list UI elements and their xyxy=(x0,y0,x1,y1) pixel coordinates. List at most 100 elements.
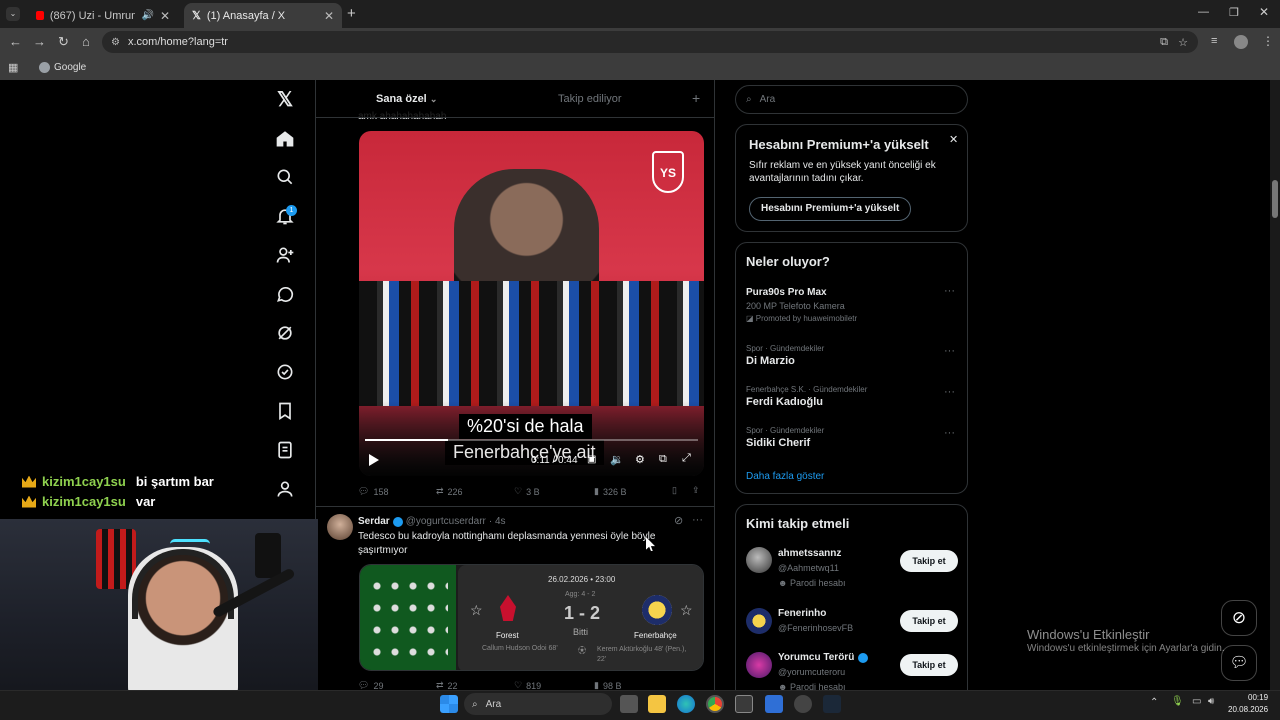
forward-icon[interactable]: → xyxy=(33,34,46,49)
window-close-icon[interactable]: ✕ xyxy=(1259,5,1269,19)
start-icon[interactable] xyxy=(440,695,458,713)
like-count[interactable]: ♡ 819 xyxy=(514,680,541,690)
home-favorite-star-icon[interactable]: ☆ xyxy=(470,602,483,619)
explore-search-icon[interactable] xyxy=(274,166,296,188)
bookmark-google[interactable]: Google xyxy=(54,62,86,73)
clock-time[interactable]: 00:19 xyxy=(1248,693,1268,702)
scrollbar[interactable] xyxy=(1270,80,1280,690)
trend-item[interactable]: Fenerbahçe S.K. · Gündemdekiler Ferdi Ka… xyxy=(746,385,946,408)
close-tab-icon[interactable]: ✕ xyxy=(324,9,334,23)
grok-icon[interactable]: ⊘ xyxy=(674,514,683,527)
mic-icon[interactable]: 🎙︎ xyxy=(1171,696,1184,707)
speaker-icon[interactable]: 🔊 xyxy=(141,10,153,21)
back-icon[interactable]: ← xyxy=(9,34,22,49)
away-favorite-star-icon[interactable]: ☆ xyxy=(680,602,693,619)
bookmarks-icon[interactable] xyxy=(274,400,296,422)
app-icon[interactable] xyxy=(765,695,783,713)
reading-list-icon[interactable]: ≡ xyxy=(1211,35,1217,47)
trend-item[interactable]: Pura90s Pro Max 200 MP Telefoto Kamera ◪… xyxy=(746,287,961,323)
grok-icon[interactable] xyxy=(274,322,296,344)
follow-name[interactable]: ahmetssannz xyxy=(778,548,841,559)
follow-button[interactable]: Takip et xyxy=(900,654,958,676)
more-icon[interactable]: ··· xyxy=(944,285,955,297)
search-box[interactable]: ⌕ Ara xyxy=(735,85,968,114)
more-icon[interactable]: ··· xyxy=(944,427,955,439)
follow-name[interactable]: Fenerinho xyxy=(778,608,826,619)
repost-count[interactable]: ⇄ 22 xyxy=(436,680,458,690)
avatar[interactable] xyxy=(327,514,353,540)
tab-for-you[interactable]: Sana özel ⌄ xyxy=(376,93,437,105)
store-icon[interactable] xyxy=(735,695,753,713)
match-card[interactable]: 26.02.2026 • 23:00 ☆ Forest Agg: 4 - 2 1… xyxy=(359,564,704,671)
steam-icon[interactable] xyxy=(823,695,841,713)
edge-icon[interactable] xyxy=(677,695,695,713)
reload-icon[interactable]: ↻ xyxy=(58,34,69,50)
more-icon[interactable]: ··· xyxy=(692,514,703,526)
home-icon[interactable]: ⌂ xyxy=(82,34,90,49)
video-progress-track[interactable] xyxy=(365,439,698,441)
video-player[interactable]: YS %20'si de hala Fenerbahçe'ye ait 0:11… xyxy=(359,131,704,476)
follow-button[interactable]: Takip et xyxy=(900,550,958,572)
browser-menu-icon[interactable]: ⋮ xyxy=(1262,34,1274,48)
minimize-icon[interactable]: — xyxy=(1198,6,1209,18)
volume-icon[interactable]: 🔊︎ xyxy=(1208,696,1214,707)
share-icon[interactable]: ⇪ xyxy=(692,485,700,496)
follow-button[interactable]: Takip et xyxy=(900,610,958,632)
tab-following[interactable]: Takip ediliyor xyxy=(558,93,622,105)
premium-upgrade-button[interactable]: Hesabını Premium+'a yükselt xyxy=(749,197,912,221)
tab-search-icon[interactable]: ⌄ xyxy=(6,7,20,21)
messages-icon[interactable] xyxy=(274,283,296,305)
bookmark-star-icon[interactable]: ☆ xyxy=(1178,36,1188,49)
x-logo-icon[interactable]: 𝕏 xyxy=(274,88,296,111)
avatar[interactable] xyxy=(746,608,772,634)
lists-icon[interactable] xyxy=(274,439,296,461)
follow-name[interactable]: Yorumcu Terörü xyxy=(778,652,854,663)
tab-x-home[interactable]: 𝕏 (1) Anasayfa / X ✕ xyxy=(184,3,342,28)
install-icon[interactable]: ⧉ xyxy=(1160,36,1168,49)
new-tab-icon[interactable]: + xyxy=(347,5,356,22)
messages-float-button[interactable]: 💬︎ xyxy=(1221,645,1257,681)
repost-count[interactable]: ⇄ 226 xyxy=(436,486,463,497)
site-info-icon[interactable]: ⚙ xyxy=(111,37,120,48)
scrollbar-thumb[interactable] xyxy=(1272,180,1278,218)
play-icon[interactable] xyxy=(369,454,379,466)
bookmark-icon[interactable]: ▯ xyxy=(672,485,677,496)
reply-count[interactable]: 💬︎ 158 xyxy=(358,486,388,497)
restore-icon[interactable]: ❐ xyxy=(1229,6,1239,19)
fullscreen-icon[interactable]: ⤢ xyxy=(682,452,691,465)
address-bar[interactable]: ⚙ x.com/home?lang=tr ⧉ ☆ xyxy=(102,31,1198,53)
like-count[interactable]: ♡ 3 B xyxy=(514,486,540,497)
reply-count[interactable]: 💬︎ 29 xyxy=(358,680,383,690)
verified-orgs-icon[interactable] xyxy=(274,361,296,383)
network-icon[interactable]: ▭ xyxy=(1192,696,1201,707)
avatar[interactable] xyxy=(746,652,772,678)
tray-chevron-icon[interactable]: ⌃ xyxy=(1150,697,1158,708)
follow-people-icon[interactable] xyxy=(274,244,296,266)
avatar[interactable] xyxy=(746,547,772,573)
app-icon[interactable] xyxy=(794,695,812,713)
profile-icon[interactable] xyxy=(274,478,296,500)
more-icon[interactable]: ··· xyxy=(944,386,955,398)
chrome-icon[interactable] xyxy=(706,695,724,713)
author-name[interactable]: Serdar xyxy=(358,516,390,527)
captions-icon[interactable]: ▣ xyxy=(587,454,596,465)
more-icon[interactable]: ··· xyxy=(944,345,955,357)
taskbar-search[interactable]: ⌕ Ara xyxy=(464,693,612,715)
add-tab-icon[interactable]: + xyxy=(692,90,700,106)
task-view-icon[interactable] xyxy=(620,695,638,713)
trend-item[interactable]: Spor · Gündemdekiler Sidiki Cherif xyxy=(746,426,946,449)
home-nav-icon[interactable] xyxy=(274,128,296,150)
show-more-link[interactable]: Daha fazla göster xyxy=(746,471,824,482)
pip-icon[interactable]: ⧉ xyxy=(659,453,667,466)
grok-float-button[interactable]: ⊘ xyxy=(1221,600,1257,636)
view-count[interactable]: ▮ 326 B xyxy=(594,486,626,497)
settings-icon[interactable]: ⚙ xyxy=(635,453,645,466)
view-count[interactable]: ▮ 98 B xyxy=(594,680,621,690)
clock-date[interactable]: 20.08.2026 xyxy=(1228,705,1268,714)
tab-youtube[interactable]: (867) Uzi - Umrumda Değil 🔊 ✕ xyxy=(28,3,178,28)
post-author[interactable]: Serdar @yogurtcuserdarr · 4s xyxy=(358,516,506,527)
file-explorer-icon[interactable] xyxy=(648,695,666,713)
profile-avatar[interactable] xyxy=(1234,35,1248,49)
apps-grid-icon[interactable]: ▦ xyxy=(8,61,18,74)
volume-icon[interactable]: 🔉 xyxy=(610,453,624,466)
